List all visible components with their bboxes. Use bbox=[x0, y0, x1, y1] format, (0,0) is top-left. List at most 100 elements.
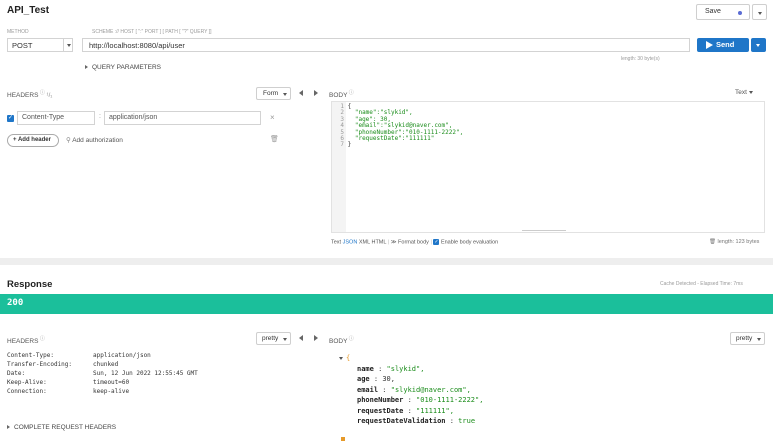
header-row: Transfer-Encoding: chunked bbox=[7, 361, 119, 368]
code-line: 7 } bbox=[340, 141, 352, 149]
json-row: email : "slykid@naver.com", bbox=[357, 385, 471, 394]
send-label: Send bbox=[716, 40, 735, 49]
enable-evaluation-label: Enable body evaluation bbox=[440, 239, 499, 246]
json-close-brace-marker bbox=[341, 437, 345, 441]
complete-headers-label: COMPLETE REQUEST HEADERS bbox=[14, 424, 117, 431]
editor-resize-handle[interactable] bbox=[522, 230, 566, 231]
trash-icon[interactable]: 🗑 bbox=[709, 239, 716, 245]
header-value-input[interactable]: application/json bbox=[104, 111, 261, 125]
response-json-tree: { name : "slykid", age : 30, email : "sl… bbox=[339, 353, 759, 427]
url-input[interactable]: http://localhost:8080/api/user bbox=[82, 38, 690, 52]
save-status-dot bbox=[738, 11, 742, 15]
header-row: Connection: keep-alive bbox=[7, 388, 130, 395]
status-code: 200 bbox=[7, 298, 24, 308]
add-authorization-label: Add authorization bbox=[72, 137, 123, 144]
method-select[interactable]: POST bbox=[7, 38, 73, 52]
body-footer: Text JSON XML HTML | ≫ Format body | ✓ E… bbox=[331, 239, 499, 246]
body-mode-html[interactable]: HTML bbox=[371, 239, 386, 245]
body-length: 🗑 length: 123 bytes bbox=[709, 239, 760, 245]
code-lines: 1 { 2 "name":"slykid", 3 "age": 30, 4 "e… bbox=[332, 103, 764, 149]
send-dropdown-button[interactable] bbox=[751, 38, 766, 52]
text-mode-dropdown[interactable]: Text bbox=[735, 89, 753, 96]
header-key-value: Content-Type bbox=[22, 114, 65, 121]
header-enabled-checkbox[interactable]: ✓ bbox=[7, 115, 14, 122]
collapse-left-icon[interactable] bbox=[299, 335, 303, 341]
collapse-left-icon[interactable] bbox=[299, 90, 303, 96]
format-icon: ≫ bbox=[390, 239, 397, 246]
url-value: http://localhost:8080/api/user bbox=[89, 41, 185, 50]
chevron-down-icon bbox=[748, 91, 753, 94]
header-row: Keep-Alive: timeout=60 bbox=[7, 379, 130, 386]
json-open-brace[interactable]: { bbox=[339, 353, 759, 364]
form-mode-label: Form bbox=[263, 90, 279, 97]
body-mode-text[interactable]: Text bbox=[331, 239, 341, 245]
request-headers-label: HEADERS ⓘ ¹/₁ bbox=[7, 90, 53, 100]
response-headers-label: HEADERS ⓘ bbox=[7, 336, 45, 346]
add-header-button[interactable]: + Add header bbox=[7, 134, 59, 147]
add-header-label: + Add header bbox=[13, 137, 51, 143]
query-parameters-label: QUERY PARAMETERS bbox=[92, 64, 161, 71]
format-body-button[interactable]: ≫ Format body bbox=[391, 239, 429, 245]
section-divider bbox=[0, 258, 773, 265]
header-row: Date: Sun, 12 Jun 2022 12:55:45 GMT bbox=[7, 370, 198, 377]
query-parameters-toggle[interactable]: QUERY PARAMETERS bbox=[85, 64, 161, 71]
collapse-right-icon[interactable] bbox=[314, 335, 318, 341]
scheme-hint: SCHEME :// HOST [ ":" PORT ] [ PATH [ "?… bbox=[92, 29, 212, 35]
chevron-right-icon bbox=[7, 425, 10, 430]
save-dropdown-button[interactable] bbox=[752, 4, 767, 20]
remove-header-icon[interactable]: × bbox=[270, 113, 275, 122]
help-icon: ⓘ bbox=[38, 90, 45, 96]
request-panel: API_Test Save METHOD SCHEME :// HOST [ "… bbox=[0, 0, 773, 258]
method-dropdown[interactable] bbox=[63, 39, 73, 51]
chevron-down-icon bbox=[283, 93, 287, 96]
response-headers-list: Content-Type: application/json Transfer-E… bbox=[7, 351, 297, 396]
response-title: Response bbox=[7, 279, 53, 290]
header-key-input[interactable]: Content-Type bbox=[17, 111, 95, 125]
method-value: POST bbox=[12, 41, 33, 50]
collapse-caret-icon[interactable] bbox=[339, 356, 343, 360]
body-editor[interactable]: 1 { 2 "name":"slykid", 3 "age": 30, 4 "e… bbox=[331, 101, 765, 233]
json-row: name : "slykid", bbox=[357, 364, 425, 373]
json-row: requestDate : "111111", bbox=[357, 406, 454, 415]
chevron-down-icon bbox=[758, 12, 762, 15]
headers-count: ¹/₁ bbox=[46, 93, 53, 100]
help-icon: ⓘ bbox=[347, 336, 354, 342]
chevron-down-icon bbox=[283, 338, 287, 341]
help-icon: ⓘ bbox=[38, 336, 45, 342]
header-row: Content-Type: application/json bbox=[7, 352, 151, 359]
collapse-right-icon[interactable] bbox=[314, 90, 318, 96]
url-length: length: 30 byte(s) bbox=[621, 56, 660, 62]
json-row: phoneNumber : "010-1111-2222", bbox=[357, 396, 484, 404]
json-row: age : 30, bbox=[357, 375, 395, 383]
pretty-label: pretty bbox=[736, 335, 753, 342]
body-mode-json[interactable]: JSON bbox=[343, 239, 358, 245]
method-label: METHOD bbox=[7, 29, 29, 35]
headers-pretty-dropdown[interactable]: pretty bbox=[256, 332, 291, 345]
chevron-down-icon bbox=[67, 44, 71, 47]
help-icon: ⓘ bbox=[347, 90, 354, 96]
form-mode-dropdown[interactable]: Form bbox=[256, 87, 291, 100]
header-separator: : bbox=[99, 113, 101, 120]
text-mode-label: Text bbox=[735, 89, 747, 96]
response-body-label: BODY ⓘ bbox=[329, 336, 354, 346]
enable-evaluation-checkbox[interactable]: ✓ bbox=[433, 239, 440, 245]
send-button[interactable]: Send bbox=[697, 38, 749, 52]
save-button[interactable]: Save bbox=[696, 4, 750, 20]
response-panel: Response Cache Detected - Elapsed Time: … bbox=[0, 265, 773, 441]
body-mode-xml[interactable]: XML bbox=[359, 239, 370, 245]
complete-headers-toggle[interactable]: COMPLETE REQUEST HEADERS bbox=[7, 424, 116, 431]
header-value-value: application/json bbox=[109, 114, 158, 121]
body-pretty-dropdown[interactable]: pretty bbox=[730, 332, 765, 345]
json-row: requestDateValidation : true bbox=[357, 417, 476, 425]
chevron-down-icon bbox=[756, 44, 760, 47]
request-title: API_Test bbox=[7, 5, 50, 16]
add-authorization-button[interactable]: ⚲ Add authorization bbox=[66, 136, 123, 144]
send-icon bbox=[706, 41, 713, 49]
trash-icon[interactable]: 🗑 bbox=[270, 135, 279, 143]
save-label: Save bbox=[705, 8, 721, 15]
chevron-right-icon bbox=[85, 65, 88, 70]
cache-info: Cache Detected - Elapsed Time: 7ms bbox=[660, 281, 743, 287]
request-body-label: BODY ⓘ bbox=[329, 90, 354, 100]
chevron-down-icon bbox=[757, 338, 761, 341]
status-bar: 200 bbox=[0, 294, 773, 314]
